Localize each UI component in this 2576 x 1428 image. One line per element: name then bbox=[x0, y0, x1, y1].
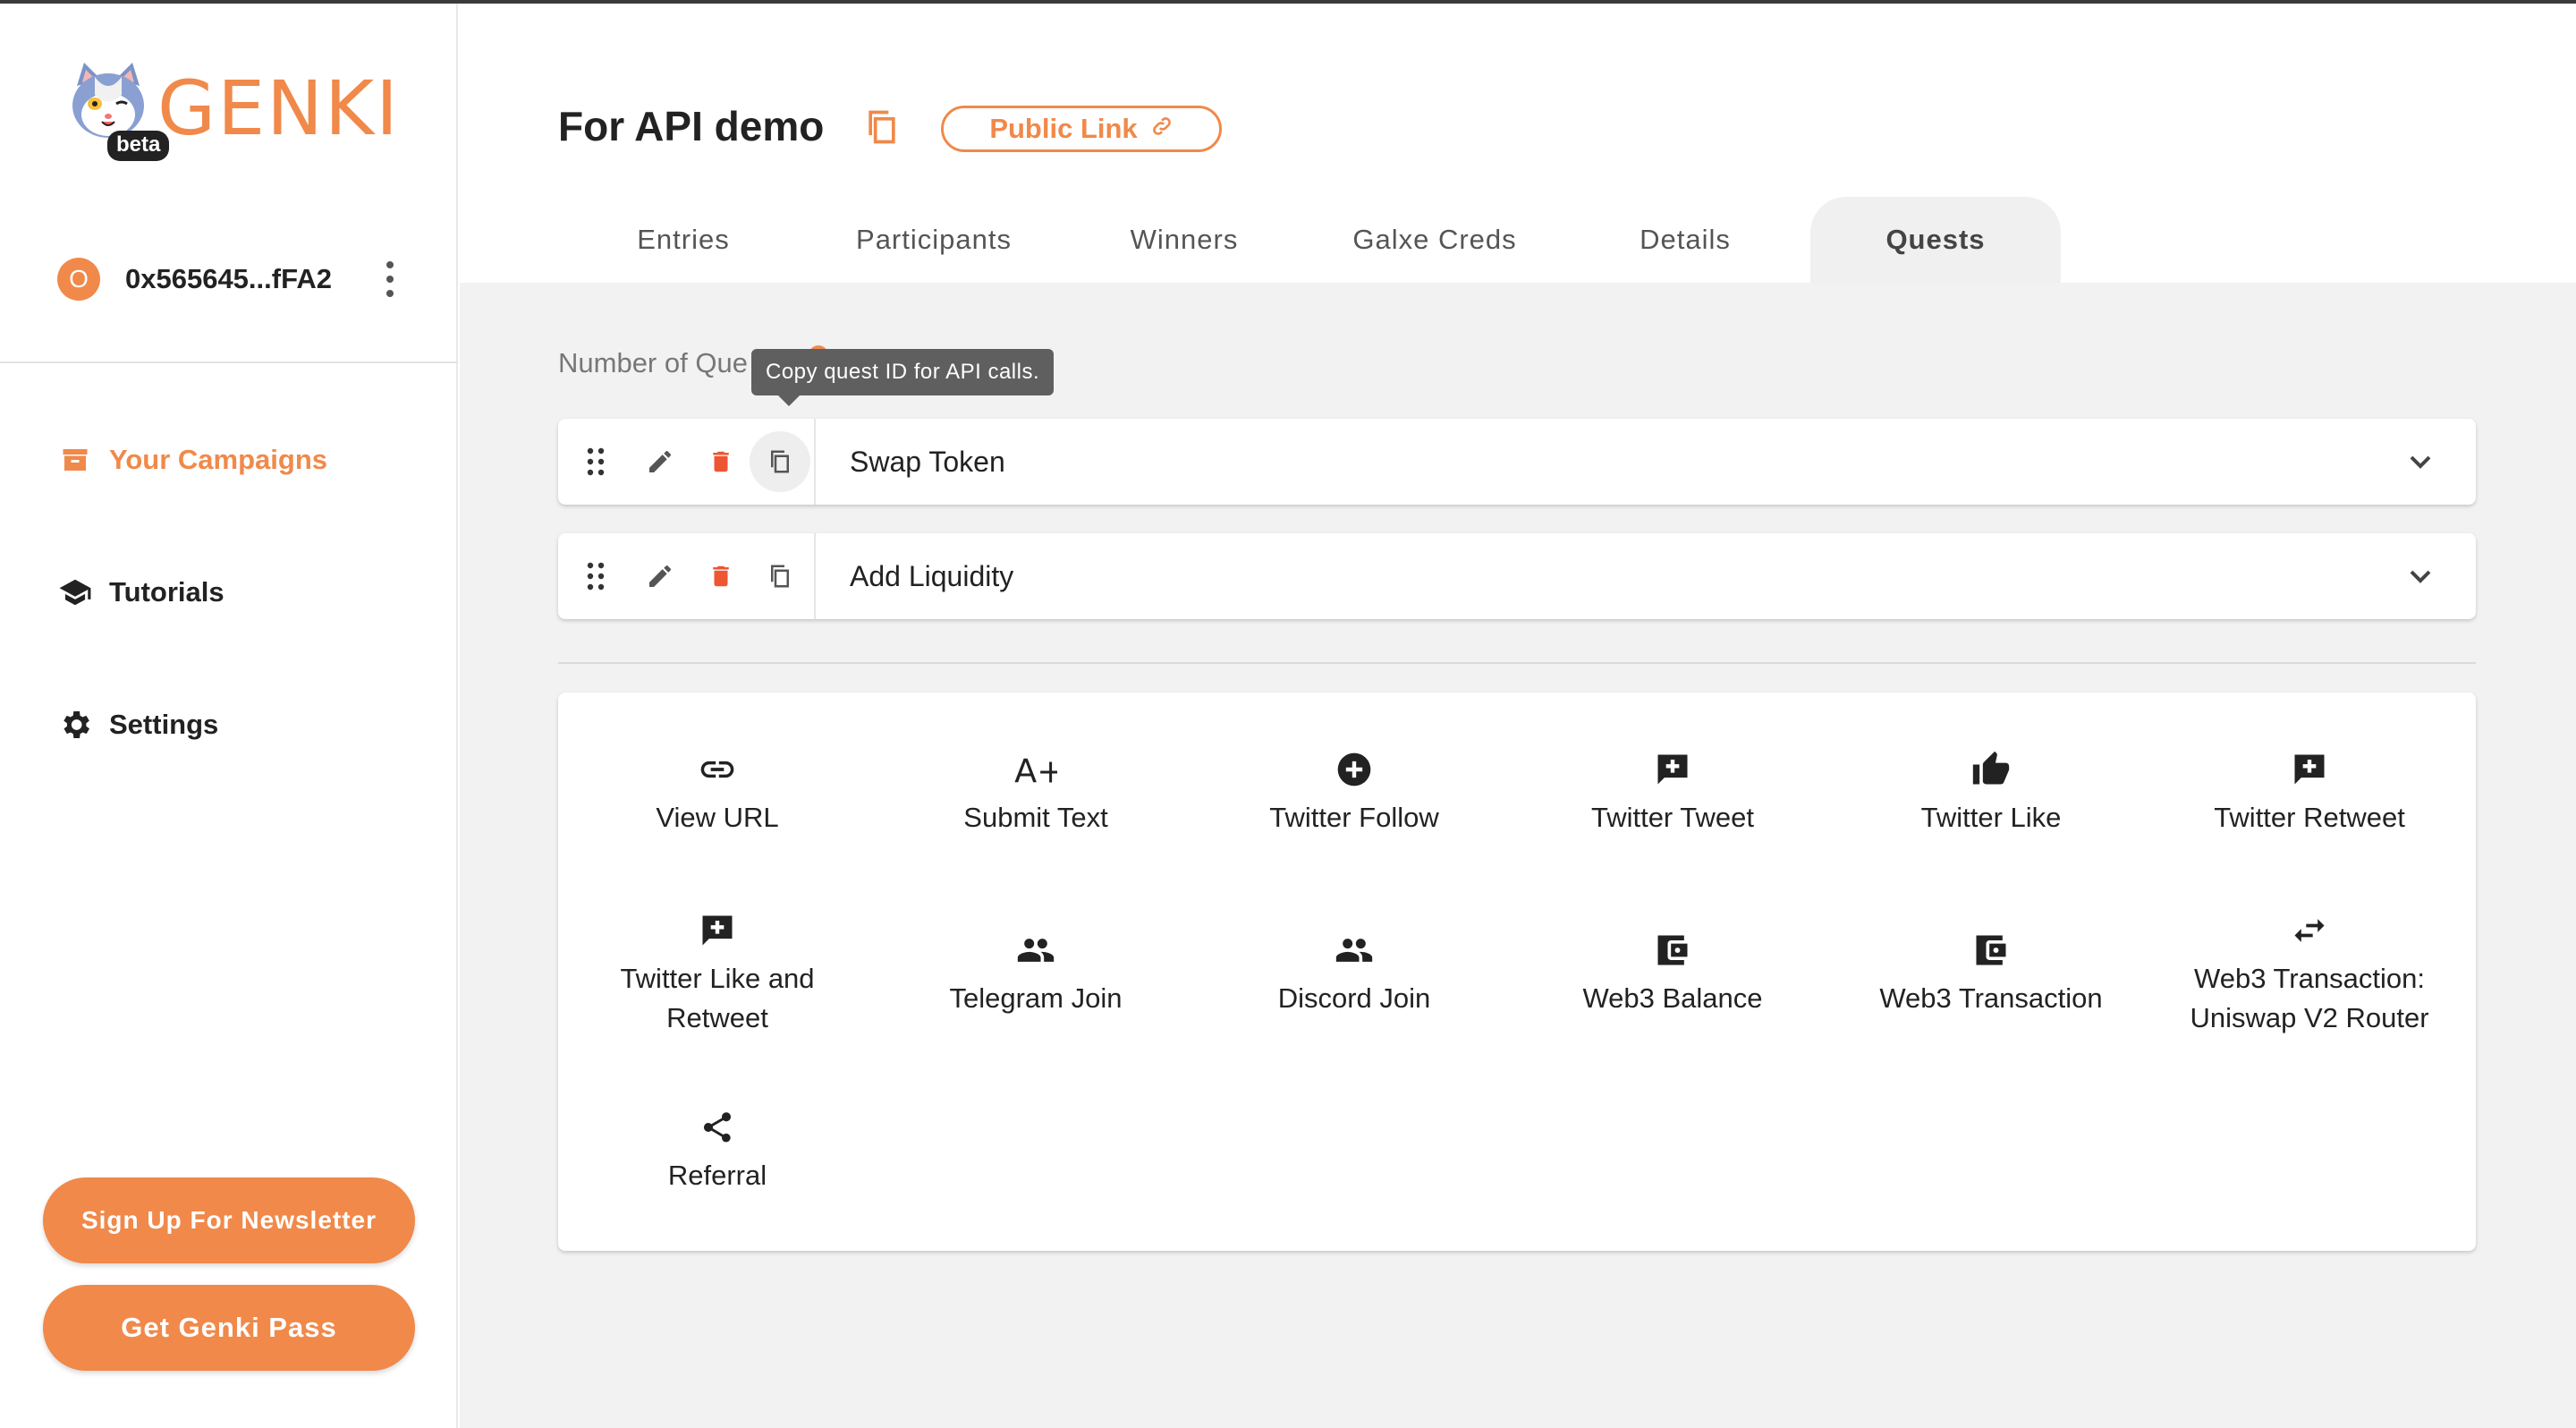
newsletter-button[interactable]: Sign Up For Newsletter bbox=[43, 1177, 415, 1263]
quest-type-twitter-follow[interactable]: Twitter Follow bbox=[1195, 748, 1513, 837]
link-icon bbox=[696, 748, 739, 791]
sidebar-item-your-campaigns[interactable]: Your Campaigns bbox=[57, 433, 327, 487]
beta-badge: beta bbox=[107, 131, 170, 161]
quest-row-tools bbox=[558, 533, 816, 619]
quest-type-web3-transaction-uniswap[interactable]: Web3 Transaction: Uniswap V2 Router bbox=[2150, 909, 2469, 1038]
quest-type-twitter-like[interactable]: Twitter Like bbox=[1832, 748, 2150, 837]
wallet-icon bbox=[1651, 929, 1694, 972]
tab-winners[interactable]: Winners bbox=[1059, 197, 1309, 283]
quest-type-twitter-retweet[interactable]: Twitter Retweet bbox=[2150, 748, 2469, 837]
drag-handle-icon[interactable] bbox=[574, 440, 617, 483]
swap-arrows-icon bbox=[2288, 909, 2331, 952]
campaign-header: For API demo Public Link Entries Partici… bbox=[460, 4, 2576, 283]
share-icon bbox=[696, 1106, 739, 1149]
people-icon bbox=[1014, 929, 1057, 972]
edit-icon[interactable] bbox=[639, 440, 682, 483]
add-circle-icon bbox=[1333, 748, 1376, 791]
sidebar: GENKI beta O 0x565645...fFA2 Your Campai… bbox=[0, 4, 458, 1428]
quest-type-web3-transaction[interactable]: Web3 Transaction bbox=[1832, 929, 2150, 1018]
campaign-icon bbox=[57, 442, 93, 478]
chevron-down-icon[interactable] bbox=[2402, 558, 2438, 594]
page-title: For API demo bbox=[558, 103, 825, 149]
quest-type-view-url[interactable]: View URL bbox=[558, 748, 877, 837]
quest-row-tools bbox=[558, 419, 816, 505]
delete-icon[interactable] bbox=[699, 555, 742, 598]
more-vert-icon[interactable] bbox=[385, 261, 395, 297]
tab-details[interactable]: Details bbox=[1560, 197, 1810, 283]
quest-name: Swap Token bbox=[850, 445, 1005, 478]
sidebar-divider bbox=[0, 361, 458, 363]
quest-type-web3-balance[interactable]: Web3 Balance bbox=[1513, 929, 1832, 1018]
a-plus-icon: A+ bbox=[1014, 748, 1057, 791]
sidebar-item-label: Your Campaigns bbox=[109, 444, 328, 475]
quest-type-twitter-tweet[interactable]: Twitter Tweet bbox=[1513, 748, 1832, 837]
account-avatar: O bbox=[57, 258, 100, 301]
tab-galxe-creds[interactable]: Galxe Creds bbox=[1309, 197, 1560, 283]
genki-logo[interactable]: GENKI beta bbox=[68, 59, 398, 166]
copy-quest-id-tooltip: Copy quest ID for API calls. bbox=[751, 349, 1055, 406]
quest-row[interactable]: Add Liquidity bbox=[558, 533, 2476, 619]
tab-participants[interactable]: Participants bbox=[809, 197, 1059, 283]
quest-name: Add Liquidity bbox=[850, 559, 1014, 592]
main-content: For API demo Public Link Entries Partici… bbox=[460, 4, 2576, 1428]
edit-icon[interactable] bbox=[639, 555, 682, 598]
quest-type-picker: View URL A+ Submit Text Twitter Follow T… bbox=[558, 693, 2476, 1251]
wallet-address: 0x565645...fFA2 bbox=[125, 263, 332, 294]
sidebar-item-tutorials[interactable]: Tutorials bbox=[57, 565, 225, 619]
thumb-up-icon bbox=[1970, 748, 2012, 791]
graduation-cap-icon bbox=[57, 574, 93, 610]
tab-quests[interactable]: Quests bbox=[1810, 197, 2061, 283]
copy-id-icon[interactable] bbox=[758, 555, 801, 598]
sidebar-item-label: Settings bbox=[109, 709, 219, 740]
section-divider bbox=[558, 662, 2476, 664]
get-genki-pass-button[interactable]: Get Genki Pass bbox=[43, 1285, 415, 1371]
quest-type-twitter-like-and-retweet[interactable]: Twitter Like and Retweet bbox=[558, 909, 877, 1038]
quest-type-submit-text[interactable]: A+ Submit Text bbox=[877, 748, 1195, 837]
drag-handle-icon[interactable] bbox=[574, 555, 617, 598]
gear-icon bbox=[57, 707, 93, 743]
wallet-icon bbox=[1970, 929, 2012, 972]
app-name: GENKI bbox=[157, 64, 400, 152]
add-comment-icon bbox=[2288, 748, 2331, 791]
public-link-label: Public Link bbox=[989, 113, 1138, 144]
svg-text:A+: A+ bbox=[1014, 752, 1057, 789]
copy-id-icon[interactable] bbox=[750, 431, 810, 492]
copy-icon[interactable] bbox=[862, 107, 902, 147]
link-icon bbox=[1150, 115, 1174, 144]
sidebar-item-label: Tutorials bbox=[109, 576, 225, 608]
delete-icon[interactable] bbox=[699, 440, 742, 483]
public-link-button[interactable]: Public Link bbox=[941, 106, 1222, 152]
people-icon bbox=[1333, 929, 1376, 972]
campaign-tabs: Entries Participants Winners Galxe Creds… bbox=[460, 197, 2576, 283]
chevron-down-icon[interactable] bbox=[2402, 444, 2438, 480]
quest-type-telegram-join[interactable]: Telegram Join bbox=[877, 929, 1195, 1018]
number-of-quests-label: Number of Que bbox=[558, 347, 748, 378]
quest-type-discord-join[interactable]: Discord Join bbox=[1195, 929, 1513, 1018]
add-comment-icon bbox=[1651, 748, 1694, 791]
quest-row[interactable]: Swap Token bbox=[558, 419, 2476, 505]
tab-entries[interactable]: Entries bbox=[558, 197, 809, 283]
account-selector[interactable]: O 0x565645...fFA2 bbox=[57, 254, 415, 304]
quest-type-referral[interactable]: Referral bbox=[558, 1106, 877, 1195]
sidebar-item-settings[interactable]: Settings bbox=[57, 698, 218, 752]
add-comment-icon bbox=[696, 909, 739, 952]
